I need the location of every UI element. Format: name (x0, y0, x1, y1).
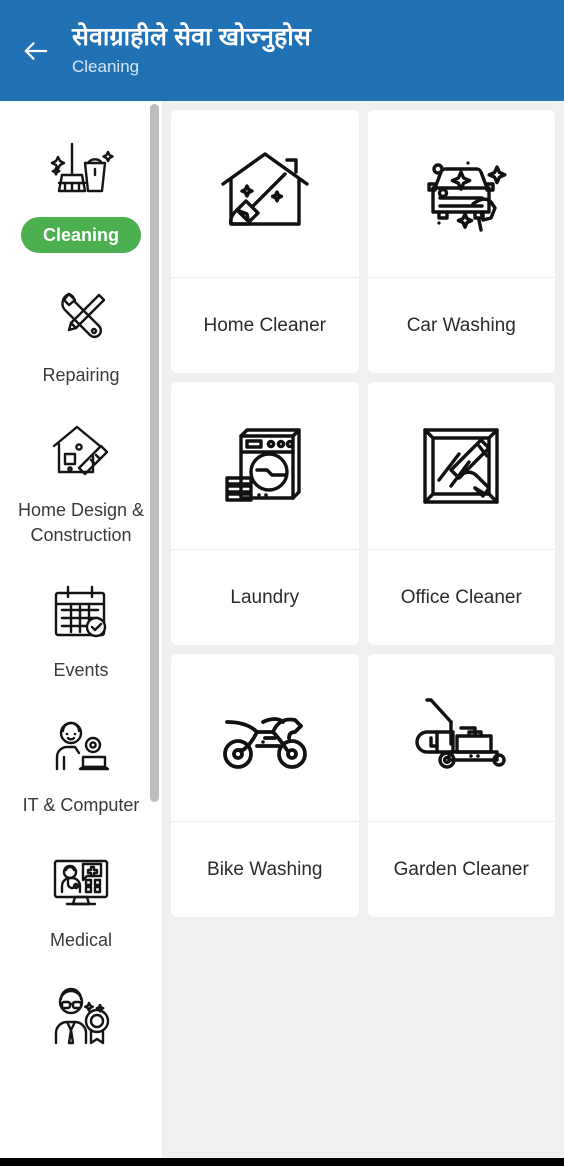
service-card-label: Bike Washing (207, 858, 323, 880)
app-root: सेवाग्राहीले सेवा खोज्नुहोस Cleaning Cle… (0, 0, 564, 1166)
service-card-garden-cleaner[interactable]: Garden Cleaner (367, 654, 556, 917)
category-list: Cleaning Repairing Home Design & Constru… (0, 101, 162, 1079)
service-card-home-cleaner[interactable]: Home Cleaner (171, 110, 359, 373)
wrench-screwdriver-icon (45, 281, 117, 353)
sidebar-item-home-design-construction[interactable]: Home Design & Construction (0, 404, 162, 564)
sidebar-item-label: Events (53, 660, 109, 680)
house-blueprint-ruler-icon (45, 416, 117, 488)
service-card-label: Car Washing (406, 314, 516, 336)
body-area: Cleaning Repairing Home Design & Constru… (0, 101, 564, 1166)
services-panel: Home Cleaner Car Washing Laundry Office … (162, 101, 564, 1166)
card-label-area: Office Cleaner (368, 550, 556, 645)
broom-bucket-icon (45, 135, 117, 207)
card-icon-area (367, 110, 555, 278)
service-card-label: Garden Cleaner (393, 858, 529, 880)
app-bar-titles: सेवाग्राहीले सेवा खोज्नुहोस Cleaning (72, 20, 311, 81)
sidebar-item-cleaning[interactable]: Cleaning (0, 123, 162, 269)
sidebar-item-label: IT & Computer (22, 795, 140, 815)
sidebar-item-label: Medical (49, 930, 113, 950)
washing-machine-icon (213, 414, 317, 518)
sidebar-item-it-computer[interactable]: IT & Computer (0, 699, 162, 834)
lawn-mower-icon (409, 686, 513, 790)
sidebar-item-events[interactable]: Events (0, 564, 162, 699)
back-button[interactable] (0, 0, 72, 101)
house-broom-icon (213, 142, 317, 246)
service-card-bike-washing[interactable]: Bike Washing (171, 654, 359, 917)
sidebar-item-repairing[interactable]: Repairing (0, 269, 162, 404)
car-wash-hand-icon (409, 142, 513, 246)
card-icon-area (171, 382, 359, 550)
calendar-check-icon (45, 576, 117, 648)
card-label-area: Laundry (171, 550, 359, 645)
page-subtitle: Cleaning (72, 57, 140, 76)
services-grid: Home Cleaner Car Washing Laundry Office … (171, 110, 555, 917)
app-bar: सेवाग्राहीले सेवा खोज्नुहोस Cleaning (0, 0, 564, 101)
card-icon-area (171, 654, 359, 822)
doctor-monitor-icon (45, 846, 117, 918)
sidebar-item-label: Home Design & Construction (17, 500, 145, 545)
service-card-car-washing[interactable]: Car Washing (367, 110, 556, 373)
window-squeegee-icon (409, 414, 513, 518)
sidebar-scrollbar[interactable] (150, 104, 159, 802)
card-label-area: Car Washing (368, 278, 556, 373)
technician-computer-icon (45, 711, 117, 783)
card-label-area: Garden Cleaner (368, 822, 556, 917)
service-card-office-cleaner[interactable]: Office Cleaner (367, 382, 556, 645)
professional-award-icon (45, 981, 117, 1053)
card-label-area: Home Cleaner (171, 278, 359, 373)
motorbike-icon (213, 686, 317, 790)
card-icon-area (367, 382, 555, 550)
card-icon-area (367, 654, 555, 822)
card-label-area: Bike Washing (171, 822, 359, 917)
sidebar-item-label: Cleaning (20, 217, 141, 253)
category-sidebar[interactable]: Cleaning Repairing Home Design & Constru… (0, 101, 162, 1166)
arrow-left-icon (19, 34, 53, 68)
service-card-label: Laundry (230, 586, 300, 608)
service-card-laundry[interactable]: Laundry (171, 382, 359, 645)
service-card-label: Home Cleaner (203, 314, 327, 336)
service-card-label: Office Cleaner (400, 586, 522, 608)
sidebar-item-label: Repairing (42, 365, 120, 385)
card-icon-area (171, 110, 359, 278)
sidebar-item-medical[interactable]: Medical (0, 834, 162, 969)
page-title: सेवाग्राहीले सेवा खोज्नुहोस (72, 23, 311, 51)
sidebar-item-professional[interactable] (0, 969, 162, 1079)
system-nav-strip (0, 1158, 564, 1166)
